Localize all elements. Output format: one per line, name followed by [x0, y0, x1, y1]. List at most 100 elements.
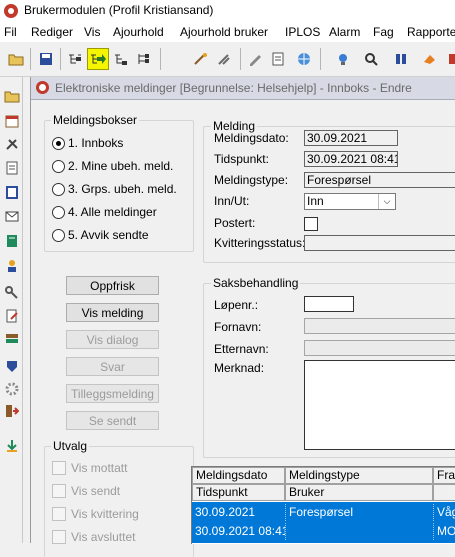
lastname-field[interactable] — [304, 340, 455, 356]
clipboard-icon[interactable] — [3, 183, 20, 200]
menu-fag[interactable]: Fag — [373, 25, 394, 39]
wand-icon[interactable] — [190, 48, 212, 70]
menu-ajourhold-bruker[interactable]: Ajourhold bruker — [180, 25, 268, 39]
shield-icon[interactable] — [3, 357, 20, 374]
gear-icon[interactable] — [3, 380, 20, 397]
download-icon[interactable] — [3, 437, 20, 454]
books-icon[interactable] — [3, 329, 20, 346]
direction-select[interactable]: Inn ⌵ — [304, 193, 396, 210]
menu-fil[interactable]: Fil — [4, 25, 17, 39]
toolbar-separator — [160, 48, 161, 70]
cell-from-line2: MON — [433, 523, 455, 540]
show-receipt-checkbox[interactable]: Vis kvittering — [52, 507, 139, 521]
menu-vis[interactable]: Vis — [84, 25, 100, 39]
cell-user — [285, 523, 433, 540]
message-date-field[interactable]: 30.09.2021 — [304, 130, 398, 146]
time-label: Tidspunkt: — [214, 152, 269, 166]
pencil-icon[interactable] — [244, 48, 266, 70]
additional-message-button[interactable]: Tilleggsmelding — [66, 384, 159, 403]
app-title-bar: Brukermodulen (Profil Kristiansand) — [0, 0, 455, 22]
menubar: Fil Rediger Vis Ajourhold Ajourhold bruk… — [0, 22, 455, 42]
checkbox-icon — [52, 484, 66, 498]
reply-button[interactable]: Svar — [66, 357, 159, 376]
menu-rapporter[interactable]: Rapporte — [407, 25, 455, 39]
column-header-blank — [433, 484, 455, 501]
view-sent-button[interactable]: Se sendt — [66, 411, 159, 430]
lastname-label: Etternavn: — [214, 342, 269, 356]
show-dialog-button[interactable]: Vis dialog — [66, 330, 159, 349]
exit-door-icon[interactable] — [3, 402, 20, 419]
message-type-field[interactable]: Forespørsel — [304, 172, 455, 188]
mailbox-deviation-sent-radio[interactable]: 5. Avvik sendte — [52, 228, 149, 242]
calendar-icon[interactable] — [3, 112, 20, 129]
menu-alarm[interactable]: Alarm — [329, 25, 360, 39]
note-textarea[interactable] — [304, 360, 455, 450]
radio-selected-icon — [52, 136, 65, 150]
open-folder-icon[interactable] — [5, 48, 27, 70]
cell-time: 30.09.2021 08:41 — [195, 524, 285, 538]
envelope-icon[interactable] — [3, 207, 20, 224]
key-icon[interactable] — [3, 284, 20, 301]
search-icon[interactable] — [360, 48, 382, 70]
document-icon[interactable] — [3, 159, 20, 176]
time-field[interactable]: 30.09.2021 08:41 — [304, 151, 398, 167]
tools-icon[interactable] — [3, 135, 20, 152]
firstname-field[interactable] — [304, 318, 455, 334]
lightbulb-icon[interactable] — [332, 48, 354, 70]
toolbar-separator — [60, 48, 61, 70]
app-logo-icon — [36, 81, 49, 94]
radio-icon — [52, 182, 65, 196]
app-logo-icon — [4, 4, 18, 18]
toolbar-separator — [240, 48, 241, 70]
mailbox-inbox-radio[interactable]: 1. Innboks — [52, 136, 123, 150]
column-header-message-type[interactable]: Meldingstype — [285, 467, 433, 484]
save-icon[interactable] — [35, 48, 57, 70]
column-header-message-date[interactable]: Meldingsdato — [192, 467, 285, 484]
table-row[interactable]: 30.09.2021 Forespørsel Våg 30.09.2021 08… — [192, 502, 455, 543]
posted-checkbox[interactable] — [304, 217, 318, 231]
show-closed-checkbox[interactable]: Vis avsluttet — [52, 530, 135, 544]
toolbar-separator — [30, 48, 31, 70]
mailbox-group-unhandled-radio[interactable]: 3. Grps. ubeh. meld. — [52, 182, 177, 196]
tree-collapse-icon[interactable] — [110, 48, 132, 70]
tree-branch-icon[interactable] — [133, 48, 155, 70]
toolbar-separator — [320, 48, 321, 70]
menu-ajourhold[interactable]: Ajourhold — [113, 25, 164, 39]
tree-expand-icon[interactable] — [64, 48, 86, 70]
book-icon[interactable] — [3, 232, 20, 249]
mailbox-my-unhandled-radio[interactable]: 2. Mine ubeh. meld. — [52, 159, 173, 173]
open-folder-icon[interactable] — [3, 87, 20, 104]
toolbar-overflow-icon[interactable] — [443, 48, 455, 70]
cell-message-type: Forespørsel — [285, 504, 433, 521]
column-header-user[interactable]: Bruker — [285, 484, 433, 501]
message-type-label: Meldingstype: — [214, 173, 289, 187]
mailbox-all-radio[interactable]: 4. Alle meldinger — [52, 205, 157, 219]
sequence-number-field[interactable] — [304, 296, 354, 312]
tools-icon[interactable] — [213, 48, 235, 70]
checkbox-icon — [52, 507, 66, 521]
cell-message-date: 30.09.2021 — [195, 505, 256, 519]
document-icon[interactable] — [267, 48, 289, 70]
person-icon[interactable] — [3, 257, 20, 274]
window-title-bar: Elektroniske meldinger [Begrunnelse: Hel… — [31, 77, 455, 100]
radio-icon — [52, 228, 65, 242]
show-message-button[interactable]: Vis melding — [66, 303, 159, 322]
forward-arrow-icon[interactable] — [87, 48, 109, 70]
radio-icon — [52, 159, 65, 173]
radio-icon — [52, 205, 65, 219]
menu-rediger[interactable]: Rediger — [31, 25, 73, 39]
edit-document-icon[interactable] — [3, 307, 20, 324]
users-icon[interactable] — [390, 48, 412, 70]
mailboxes-legend: Meldingsbokser — [51, 113, 140, 127]
receipt-status-field[interactable] — [304, 235, 455, 251]
globe-icon[interactable] — [293, 48, 315, 70]
refresh-button[interactable]: Oppfrisk — [66, 276, 159, 295]
chevron-down-icon: ⌵ — [378, 194, 395, 209]
column-header-from[interactable]: Fra — [433, 467, 455, 484]
column-header-time[interactable]: Tidspunkt — [192, 484, 285, 501]
eraser-icon[interactable] — [418, 48, 440, 70]
posted-label: Postert: — [214, 216, 256, 230]
show-sent-checkbox[interactable]: Vis sendt — [52, 484, 120, 498]
show-received-checkbox[interactable]: Vis mottatt — [52, 461, 127, 475]
menu-iplos[interactable]: IPLOS — [285, 25, 320, 39]
